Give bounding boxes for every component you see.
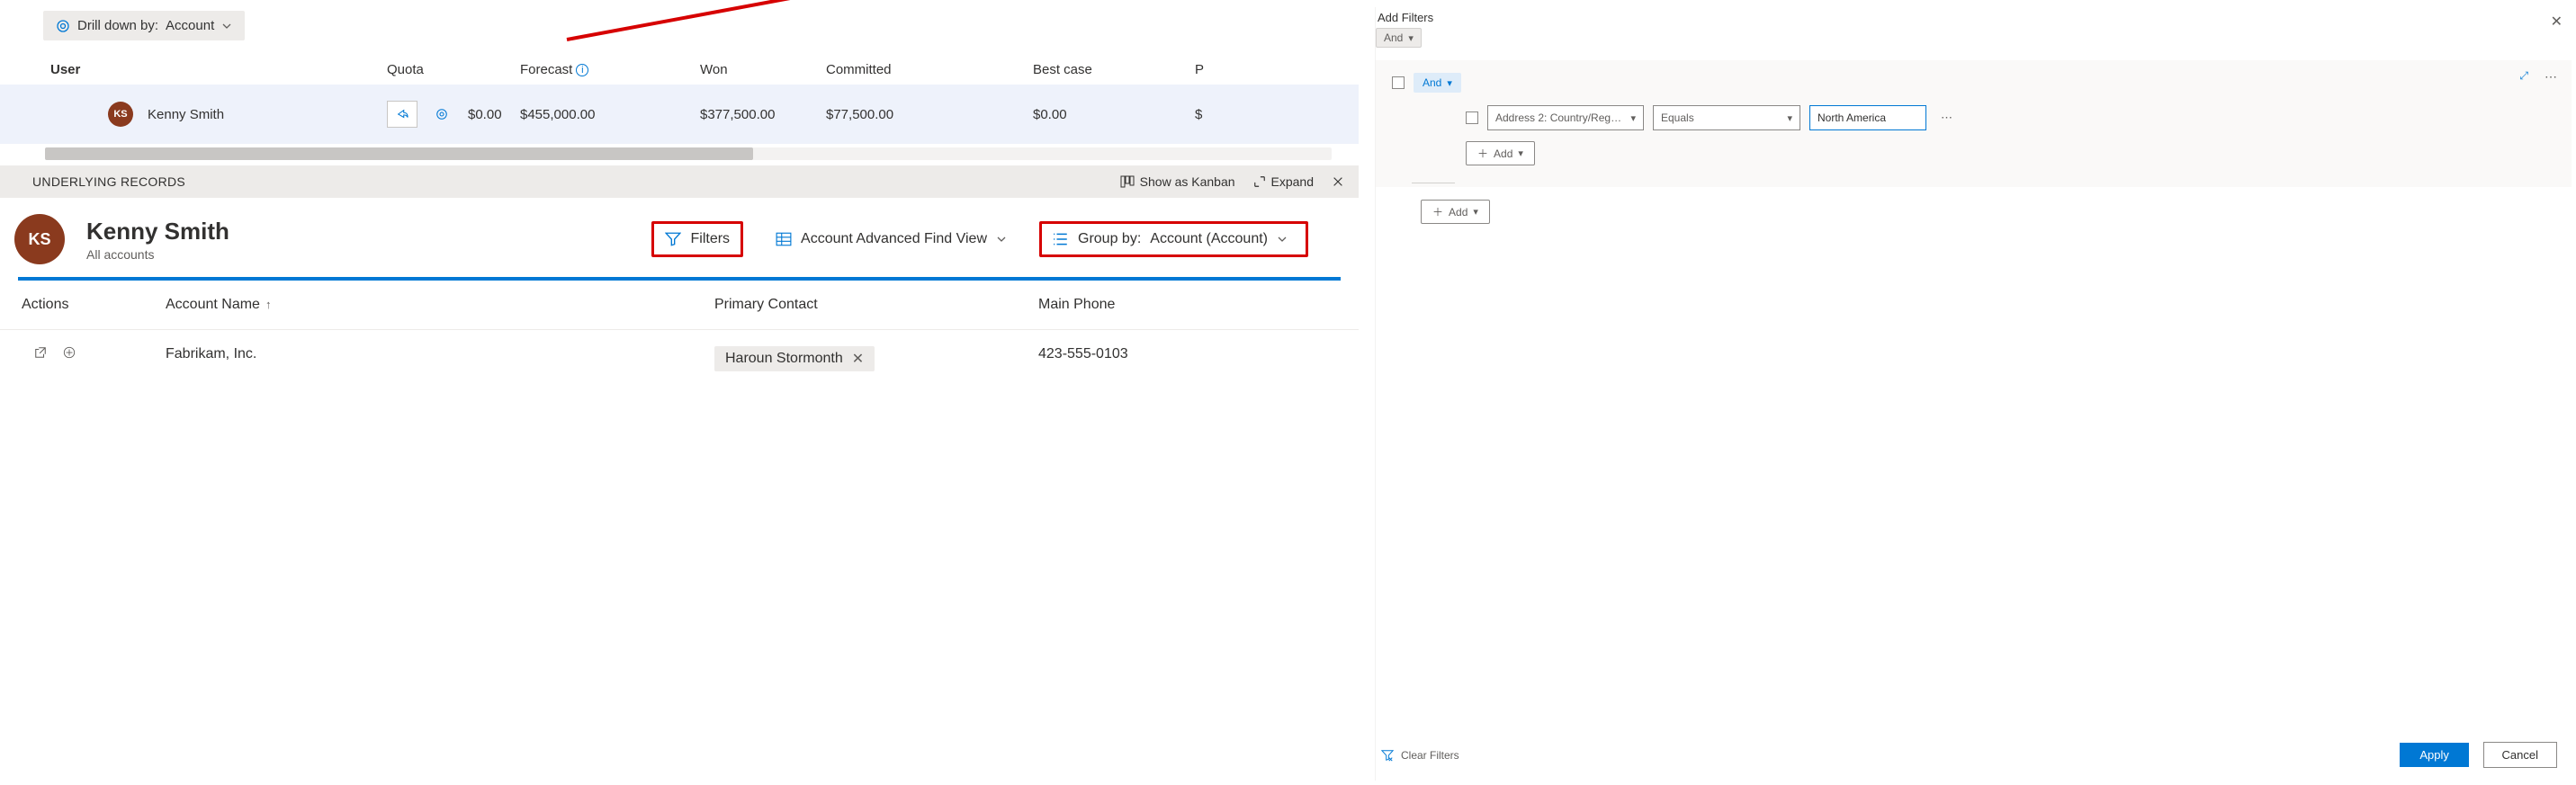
condition-checkbox[interactable] (1466, 112, 1478, 124)
contact-name: Haroun Stormonth (725, 351, 843, 367)
col-forecast[interactable]: Forecasti (511, 62, 691, 77)
table-row[interactable]: Fabrikam, Inc. Haroun Stormonth ✕ 423-55… (0, 330, 1359, 388)
col-quota[interactable]: Quota (378, 62, 511, 77)
add-record-icon[interactable] (63, 346, 76, 371)
forecast-row[interactable]: KS Kenny Smith $0.00 $455,000.00 $377,50… (0, 85, 1359, 144)
funnel-clear-icon (1381, 749, 1394, 762)
operator-dropdown[interactable]: Equals▾ (1653, 105, 1800, 130)
grid-header-row: Actions Account Name↑ Primary Contact Ma… (0, 281, 1359, 330)
kanban-label: Show as Kanban (1140, 174, 1235, 189)
remove-chip-icon[interactable]: ✕ (852, 350, 864, 368)
show-kanban-button[interactable]: Show as Kanban (1120, 174, 1235, 189)
plus-circle-icon (63, 346, 76, 359)
group-checkbox[interactable] (1392, 76, 1405, 89)
cancel-button[interactable]: Cancel (2483, 742, 2557, 768)
group-conjunction[interactable]: And▾ (1414, 73, 1461, 93)
filters-label: Filters (690, 231, 730, 247)
phone-cell: 423-555-0103 (1038, 346, 1326, 371)
open-icon (34, 346, 47, 359)
underlying-records-bar: UNDERLYING RECORDS Show as Kanban Expand (0, 165, 1359, 198)
view-label: Account Advanced Find View (801, 231, 987, 247)
funnel-icon (665, 231, 681, 247)
target-button[interactable] (426, 101, 457, 128)
won-value: $377,500.00 (691, 107, 817, 122)
table-icon (776, 231, 792, 247)
committed-value: $77,500.00 (817, 107, 1024, 122)
expand-label: Expand (1271, 174, 1314, 189)
chevron-down-icon (221, 21, 232, 31)
filter-canvas: ⤢ ⋯ And▾ Address 2: Country/Reg…▾ Equals… (1376, 60, 2572, 187)
horizontal-scrollbar[interactable] (45, 147, 1332, 160)
annotation-line (567, 0, 1379, 41)
quota-value: $0.00 (468, 107, 502, 122)
col-primary-contact[interactable]: Primary Contact (714, 297, 1038, 313)
forecast-table: User Quota Forecasti Won Committed Best … (0, 55, 1359, 144)
col-main-phone[interactable]: Main Phone (1038, 297, 1326, 313)
target-icon (56, 19, 70, 33)
detail-header: KS Kenny Smith All accounts Filters Acco… (0, 198, 1359, 275)
sort-asc-icon: ↑ (265, 298, 272, 311)
panel-title: Add Filters (1376, 7, 2572, 28)
col-user[interactable]: User (0, 62, 378, 77)
col-bestcase[interactable]: Best case (1024, 62, 1186, 77)
avatar-large: KS (14, 214, 65, 264)
groupby-value: Account (Account) (1150, 231, 1268, 247)
drilldown-pill[interactable]: Drill down by: Account (43, 11, 245, 40)
chevron-down-icon (1277, 234, 1288, 245)
apply-button[interactable]: Apply (2400, 743, 2469, 767)
close-icon (1332, 175, 1344, 188)
add-filters-panel: Add Filters And▾ ✕ ⤢ ⋯ And▾ Address 2: C… (1375, 7, 2572, 781)
plus-icon: ＋ (1432, 204, 1443, 219)
share-button[interactable] (387, 101, 417, 128)
clear-filters-button[interactable]: Clear Filters (1381, 749, 1459, 762)
group-more-icon[interactable]: ⋯ (2545, 69, 2557, 85)
col-actions[interactable]: Actions (22, 297, 166, 313)
groupby-prefix: Group by: (1078, 231, 1141, 247)
col-committed[interactable]: Committed (817, 62, 1024, 77)
kanban-icon (1120, 174, 1135, 189)
drilldown-value: Account (166, 18, 214, 33)
detail-subtitle: All accounts (86, 247, 229, 262)
info-icon[interactable]: i (576, 64, 588, 76)
col-pipeline[interactable]: P (1186, 62, 1267, 77)
groupby-button[interactable]: Group by: Account (Account) (1039, 221, 1308, 257)
bestcase-value: $0.00 (1024, 107, 1186, 122)
col-account-name[interactable]: Account Name↑ (166, 297, 714, 313)
detail-name: Kenny Smith (86, 218, 229, 245)
expand-group-icon[interactable]: ⤢ (2519, 69, 2528, 83)
root-conjunction[interactable]: And▾ (1376, 28, 1422, 48)
forecast-value: $455,000.00 (511, 107, 691, 122)
close-button[interactable] (1332, 175, 1344, 188)
view-selector[interactable]: Account Advanced Find View (765, 224, 1018, 254)
panel-close-button[interactable]: ✕ (2551, 13, 2563, 31)
underlying-title: UNDERLYING RECORDS (32, 174, 185, 189)
add-condition-button[interactable]: ＋ Add▾ (1466, 141, 1535, 165)
filters-button[interactable]: Filters (651, 221, 743, 257)
field-dropdown[interactable]: Address 2: Country/Reg…▾ (1487, 105, 1644, 130)
add-group-button[interactable]: ＋ Add▾ (1421, 200, 1490, 224)
open-record-icon[interactable] (34, 346, 47, 371)
target-icon (435, 108, 448, 120)
user-name: Kenny Smith (148, 107, 224, 122)
col-won[interactable]: Won (691, 62, 817, 77)
chevron-down-icon (996, 234, 1007, 245)
expand-button[interactable]: Expand (1253, 174, 1314, 189)
avatar: KS (108, 102, 133, 127)
contact-chip[interactable]: Haroun Stormonth ✕ (714, 346, 875, 371)
plus-icon: ＋ (1477, 146, 1488, 161)
drilldown-prefix: Drill down by: (77, 18, 158, 33)
condition-row: Address 2: Country/Reg…▾ Equals▾ ⋯ (1466, 105, 2555, 130)
expand-icon (1253, 175, 1266, 188)
forecast-header-row: User Quota Forecasti Won Committed Best … (0, 55, 1359, 85)
share-icon (396, 108, 408, 120)
list-icon (1053, 231, 1069, 247)
account-name-cell: Fabrikam, Inc. (166, 346, 714, 371)
condition-more-icon[interactable]: ⋯ (1935, 111, 1958, 125)
pipeline-value: $ (1186, 107, 1267, 122)
value-input[interactable] (1809, 105, 1926, 130)
